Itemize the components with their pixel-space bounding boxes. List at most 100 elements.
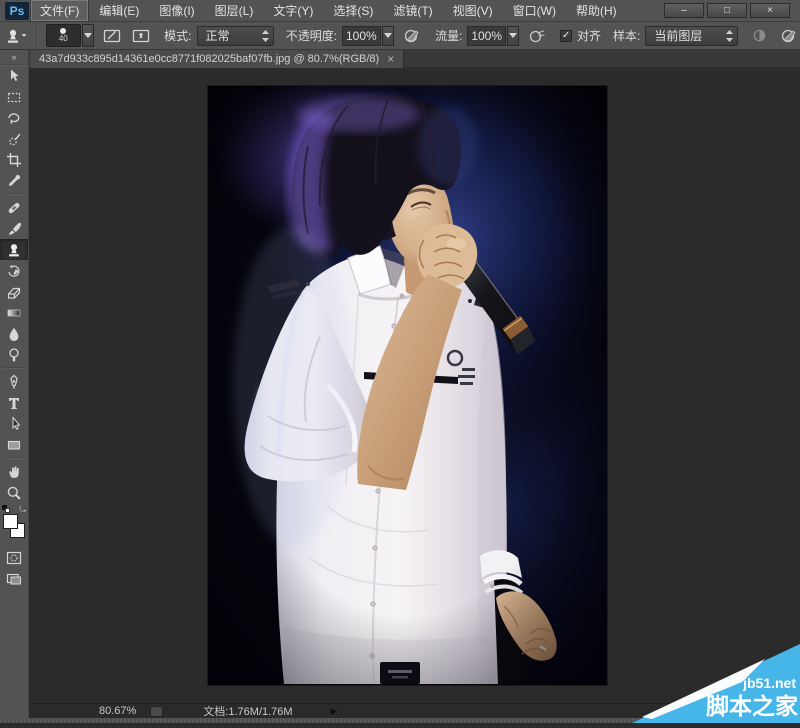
opacity-caret[interactable] — [381, 25, 395, 46]
tool-options-bar: 40 模式: 正常 不透明度: 100% 流量: 100% ✓ 对齐 样本: 当… — [0, 22, 800, 50]
tool-dodge[interactable] — [0, 344, 28, 365]
brush-size-value: 40 — [58, 34, 68, 43]
tool-lasso[interactable] — [0, 107, 28, 128]
toggle-clone-source-panel-button[interactable] — [129, 25, 152, 47]
separator — [3, 367, 25, 369]
menu-bar: Ps 文件(F) 编辑(E) 图像(I) 图层(L) 文字(Y) 选择(S) 滤… — [0, 0, 800, 22]
tablet-pressure-opacity-button[interactable] — [400, 25, 423, 47]
watermark-brand-text: 脚本之家 — [706, 693, 798, 719]
status-popup-arrow-icon[interactable]: ▶ — [331, 706, 338, 717]
dropdown-caret-icon — [383, 33, 392, 38]
aligned-label: 对齐 — [577, 29, 602, 43]
clone-stamp-icon — [8, 29, 18, 43]
brush-panel-icon — [103, 29, 120, 42]
opacity-label: 不透明度: — [285, 29, 338, 43]
dropdown-caret-icon — [83, 33, 92, 38]
dropdown-caret-icon — [21, 34, 27, 37]
foreground-color-swatch[interactable] — [3, 514, 18, 529]
quick-mask-mode-button[interactable] — [0, 547, 28, 568]
window-controls: – □ × — [664, 3, 790, 18]
menu-edit[interactable]: 编辑(E) — [90, 0, 148, 21]
status-scrubber-icon[interactable] — [150, 705, 164, 717]
menu-file[interactable]: 文件(F) — [31, 0, 89, 21]
ignore-adjustment-layers-button[interactable] — [748, 25, 771, 47]
photoshop-window: Ps 文件(F) 编辑(E) 图像(I) 图层(L) 文字(Y) 选择(S) 滤… — [0, 0, 800, 723]
tool-spot-healing-brush[interactable] — [0, 197, 28, 218]
updown-caret-icon — [726, 29, 733, 42]
flow-caret[interactable] — [506, 25, 520, 46]
toggle-brush-panel-button[interactable] — [100, 25, 123, 47]
pen-pressure-icon — [404, 29, 419, 42]
tool-rectangular-marquee[interactable] — [0, 86, 28, 107]
separator — [36, 24, 38, 47]
sample-select[interactable]: 当前图层 — [645, 25, 738, 46]
tool-history-brush[interactable] — [0, 260, 28, 281]
tool-type[interactable] — [0, 392, 28, 413]
watermark-site-text: jb51.net — [742, 675, 796, 691]
document-tab-bar: 43a7d933c895d14361e0cc8771f082025baf07fb… — [0, 50, 800, 68]
menu-image[interactable]: 图像(I) — [150, 0, 203, 21]
updown-caret-icon — [261, 29, 269, 42]
tool-blur[interactable] — [0, 323, 28, 344]
clone-source-panel-icon — [132, 29, 149, 42]
menu-select[interactable]: 选择(S) — [324, 0, 382, 21]
tool-crop[interactable] — [0, 149, 28, 170]
ignore-adjustments-icon — [753, 29, 766, 42]
photo-singer-with-microphone — [208, 86, 607, 685]
tool-quick-selection[interactable] — [0, 128, 28, 149]
tools-panel: » ⤿ — [0, 50, 29, 718]
mode-select[interactable]: 正常 — [196, 25, 274, 46]
menu-filter[interactable]: 滤镜(T) — [384, 0, 441, 21]
sample-value: 当前图层 — [654, 29, 703, 43]
mode-label: 模式: — [164, 29, 192, 43]
site-watermark: jb51.net 脚本之家 — [630, 638, 800, 723]
aligned-checkbox[interactable]: ✓ — [560, 29, 573, 42]
color-swatches: ⤿ — [0, 505, 28, 547]
sample-label: 样本: — [613, 29, 641, 43]
dropdown-caret-icon — [509, 33, 518, 38]
tab-close-icon[interactable]: × — [387, 53, 394, 65]
tool-hand[interactable] — [0, 461, 28, 482]
flow-field[interactable]: 100% — [467, 25, 506, 46]
canvas-image[interactable] — [208, 86, 607, 685]
tool-shape[interactable] — [0, 434, 28, 455]
tool-gradient[interactable] — [0, 302, 28, 323]
photoshop-logo-icon: Ps — [5, 1, 29, 20]
document-size-info: 文档:1.76M/1.76M — [203, 706, 293, 718]
zoom-level-field[interactable]: 80.67% — [99, 705, 136, 717]
tool-eyedropper[interactable] — [0, 170, 28, 191]
separator — [3, 193, 25, 195]
brush-preset-picker[interactable]: 40 — [46, 24, 81, 47]
tool-path-selection[interactable] — [0, 413, 28, 434]
close-button[interactable]: × — [750, 3, 790, 18]
minimize-button[interactable]: – — [664, 3, 704, 18]
menu-window[interactable]: 窗口(W) — [504, 0, 565, 21]
document-title: 43a7d933c895d14361e0cc8771f082025baf07fb… — [39, 53, 380, 65]
tool-move[interactable] — [0, 65, 28, 86]
tool-clone-stamp[interactable] — [0, 239, 28, 260]
airbrush-icon — [529, 29, 545, 42]
pen-pressure-icon — [781, 29, 796, 42]
tool-preset-picker[interactable] — [4, 25, 28, 47]
maximize-button[interactable]: □ — [707, 3, 747, 18]
tool-eraser[interactable] — [0, 281, 28, 302]
tool-pen[interactable] — [0, 371, 28, 392]
brush-picker-caret[interactable] — [81, 24, 95, 47]
swap-colors-icon[interactable]: ⤿ — [19, 505, 26, 515]
opacity-field[interactable]: 100% — [342, 25, 381, 46]
tool-brush[interactable] — [0, 218, 28, 239]
default-colors-icon[interactable] — [2, 505, 11, 513]
menu-help[interactable]: 帮助(H) — [567, 0, 626, 21]
menu-view[interactable]: 视图(V) — [444, 0, 502, 21]
flow-label: 流量: — [435, 29, 463, 43]
collapse-panel-icon[interactable]: » — [0, 50, 28, 65]
airbrush-button[interactable] — [525, 25, 548, 47]
menu-type[interactable]: 文字(Y) — [264, 0, 322, 21]
mode-value: 正常 — [205, 29, 230, 43]
separator — [3, 457, 25, 459]
tool-zoom[interactable] — [0, 482, 28, 503]
document-tab[interactable]: 43a7d933c895d14361e0cc8771f082025baf07fb… — [30, 50, 405, 68]
menu-layer[interactable]: 图层(L) — [206, 0, 263, 21]
tablet-pressure-size-button[interactable] — [777, 25, 800, 47]
screen-mode-button[interactable] — [0, 568, 28, 589]
